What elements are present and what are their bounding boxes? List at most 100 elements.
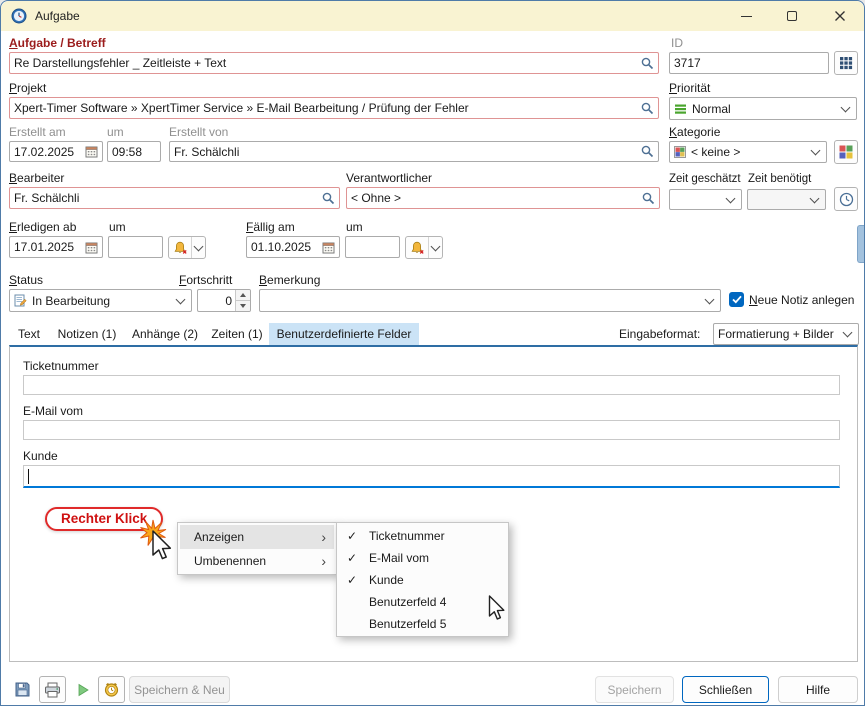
search-icon[interactable] bbox=[641, 145, 654, 158]
start-timer-button[interactable] bbox=[69, 676, 96, 703]
calendar-icon[interactable] bbox=[85, 145, 98, 158]
created-by-value: Fr. Schälchli bbox=[174, 145, 637, 159]
chevron-down-icon bbox=[726, 193, 736, 203]
ticket-number-input[interactable] bbox=[23, 375, 840, 395]
start-reminder-button[interactable] bbox=[168, 236, 206, 259]
tab-benutzerdefinierte-felder[interactable]: Benutzerdefinierte Felder bbox=[269, 323, 419, 345]
triangle-down-icon bbox=[240, 304, 246, 308]
remark-label: Bemerkung bbox=[259, 273, 320, 287]
floppy-disk-icon bbox=[14, 681, 31, 698]
chevron-down-icon bbox=[705, 294, 715, 304]
input-format-value: Formatierung + Bilder bbox=[718, 327, 838, 341]
created-time-input[interactable]: 09:58 bbox=[107, 141, 161, 162]
close-button[interactable] bbox=[815, 1, 864, 31]
created-time-label: um bbox=[107, 125, 124, 139]
category-value: < keine > bbox=[691, 145, 806, 159]
created-date-input[interactable]: 17.02.2025 bbox=[9, 141, 103, 162]
chevron-down-icon bbox=[176, 294, 186, 304]
customer-input[interactable] bbox=[23, 465, 840, 488]
tab-notizen[interactable]: Notizen (1) bbox=[49, 323, 125, 345]
submenu-item-email-vom[interactable]: ✓ E-Mail vom bbox=[339, 547, 506, 569]
time-tracking-button[interactable] bbox=[834, 187, 858, 211]
remark-combobox[interactable] bbox=[259, 289, 721, 312]
due-time-input[interactable] bbox=[345, 236, 400, 258]
subject-value: Re Darstellungsfehler _ Zeitleiste + Tex… bbox=[14, 56, 637, 70]
project-value: Xpert-Timer Software » XpertTimer Servic… bbox=[14, 101, 637, 115]
submenu-item-ticketnummer[interactable]: ✓ Ticketnummer bbox=[339, 525, 506, 547]
menu-item-umbenennen[interactable]: Umbenennen › bbox=[180, 549, 334, 573]
close-dialog-button[interactable]: Schließen bbox=[682, 676, 769, 703]
category-combobox[interactable]: < keine > bbox=[669, 141, 827, 163]
start-time-input[interactable] bbox=[108, 236, 163, 258]
priority-combobox[interactable]: Normal bbox=[669, 97, 857, 120]
status-combobox[interactable]: In Bearbeitung bbox=[9, 289, 192, 312]
input-format-combobox[interactable]: Formatierung + Bilder bbox=[713, 323, 859, 345]
calendar-icon[interactable] bbox=[322, 241, 335, 254]
spin-up-button[interactable] bbox=[236, 290, 250, 300]
context-menu: Anzeigen › Umbenennen › bbox=[177, 522, 337, 575]
new-note-checkbox[interactable] bbox=[729, 292, 744, 307]
time-required-label: Zeit benötigt bbox=[748, 173, 811, 185]
submenu-item-kunde[interactable]: ✓ Kunde bbox=[339, 569, 506, 591]
chevron-down-icon bbox=[811, 146, 821, 156]
created-date-label: Erstellt am bbox=[9, 125, 66, 139]
time-estimated-combobox[interactable] bbox=[669, 189, 742, 210]
maximize-button[interactable] bbox=[769, 1, 815, 31]
search-icon[interactable] bbox=[641, 57, 654, 70]
edge-scrollbar-thumb[interactable] bbox=[857, 225, 864, 263]
email-from-input[interactable] bbox=[23, 420, 840, 440]
calendar-icon[interactable] bbox=[85, 241, 98, 254]
time-estimated-label: Zeit geschätzt bbox=[669, 173, 741, 185]
reminder-dropdown[interactable] bbox=[191, 237, 205, 258]
due-date-value: 01.10.2025 bbox=[251, 240, 318, 254]
due-date-input[interactable]: 01.10.2025 bbox=[246, 236, 340, 258]
start-date-input[interactable]: 17.01.2025 bbox=[9, 236, 103, 258]
progress-spinner[interactable]: 0 bbox=[197, 289, 251, 312]
email-from-label: E-Mail vom bbox=[23, 404, 83, 418]
tab-text[interactable]: Text bbox=[9, 323, 49, 345]
triangle-up-icon bbox=[240, 293, 246, 297]
responsible-label: Verantwortlicher bbox=[346, 171, 432, 185]
minimize-button[interactable] bbox=[723, 1, 769, 31]
save-toolbar-button[interactable] bbox=[9, 676, 36, 703]
print-button[interactable] bbox=[39, 676, 66, 703]
play-icon bbox=[75, 682, 91, 698]
tab-anhaenge[interactable]: Anhänge (2) bbox=[125, 323, 205, 345]
window-title: Aufgabe bbox=[35, 9, 80, 23]
project-input[interactable]: Xpert-Timer Software » XpertTimer Servic… bbox=[9, 97, 659, 119]
save-button[interactable]: Speichern bbox=[595, 676, 674, 703]
responsible-input[interactable]: < Ohne > bbox=[346, 187, 660, 209]
created-date-value: 17.02.2025 bbox=[14, 145, 81, 159]
search-icon[interactable] bbox=[322, 192, 335, 205]
submenu-item-benutzerfeld-4[interactable]: Benutzerfeld 4 bbox=[339, 591, 506, 613]
help-button[interactable]: Hilfe bbox=[778, 676, 858, 703]
category-color-button[interactable] bbox=[834, 140, 858, 164]
calculator-grid-icon bbox=[839, 56, 853, 70]
ticket-number-label: Ticketnummer bbox=[23, 359, 99, 373]
submenu-arrow-icon: › bbox=[321, 530, 326, 544]
menu-item-anzeigen[interactable]: Anzeigen › bbox=[180, 525, 334, 549]
id-lookup-button[interactable] bbox=[834, 51, 858, 75]
assignee-input[interactable]: Fr. Schälchli bbox=[9, 187, 340, 209]
reminder-dropdown[interactable] bbox=[428, 237, 442, 258]
category-label: Kategorie bbox=[669, 125, 720, 139]
submenu-item-benutzerfeld-5[interactable]: Benutzerfeld 5 bbox=[339, 613, 506, 635]
status-in-progress-icon bbox=[14, 294, 27, 307]
created-by-input[interactable]: Fr. Schälchli bbox=[169, 141, 659, 162]
tab-zeiten[interactable]: Zeiten (1) bbox=[205, 323, 269, 345]
id-input[interactable]: 3717 bbox=[669, 52, 829, 74]
reminder-toolbar-button[interactable] bbox=[98, 676, 125, 703]
spin-down-button[interactable] bbox=[236, 300, 250, 311]
subject-input[interactable]: Re Darstellungsfehler _ Zeitleiste + Tex… bbox=[9, 52, 659, 74]
task-dialog-window: Aufgabe Aufgabe / Betreff Re Darstellung… bbox=[0, 0, 865, 706]
save-and-new-button[interactable]: Speichern & Neu bbox=[129, 676, 230, 703]
due-reminder-button[interactable] bbox=[405, 236, 443, 259]
color-grid-icon bbox=[839, 145, 853, 159]
time-required-combobox[interactable] bbox=[747, 189, 826, 210]
check-icon: ✓ bbox=[347, 573, 369, 587]
search-icon[interactable] bbox=[642, 192, 655, 205]
status-label: Status bbox=[9, 273, 43, 287]
printer-icon bbox=[44, 682, 61, 698]
search-icon[interactable] bbox=[641, 102, 654, 115]
chevron-down-icon bbox=[841, 102, 851, 112]
